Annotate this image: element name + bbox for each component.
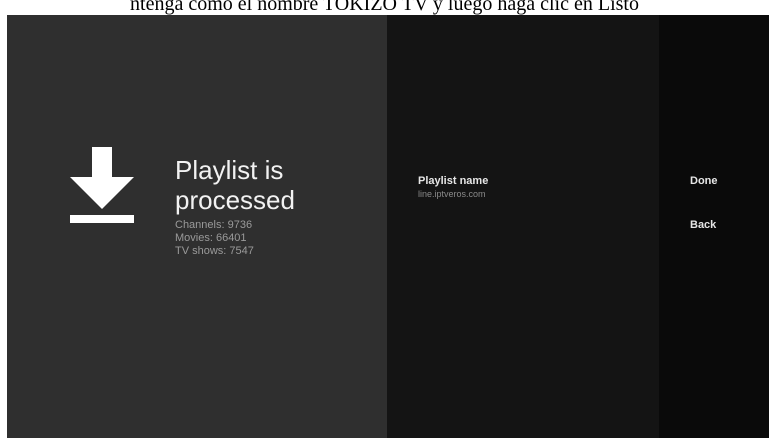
download-icon: [70, 147, 134, 223]
page: ntenga como el nombre TOKIZO TV y luego …: [0, 0, 769, 438]
done-button[interactable]: Done: [690, 175, 718, 188]
stat-movies: Movies: 66401: [175, 232, 247, 244]
stat-tv-shows: TV shows: 7547: [175, 245, 254, 257]
status-title: Playlist is processed: [175, 155, 295, 215]
back-button[interactable]: Back: [690, 219, 716, 232]
status-block: Playlist is processed Channels: 9736 Mov…: [175, 155, 375, 258]
actions-list: Done Back: [690, 175, 718, 263]
actions-pane: Done Back: [659, 15, 769, 438]
status-pane: Playlist is processed Channels: 9736 Mov…: [7, 15, 387, 438]
playlist-name-field[interactable]: Playlist name line.iptveros.com: [418, 175, 488, 200]
tv-screen: Playlist is processed Channels: 9736 Mov…: [7, 15, 769, 438]
stat-channels: Channels: 9736: [175, 219, 253, 231]
playlist-name-label: Playlist name: [418, 175, 489, 187]
playlist-name-value: line.iptveros.com: [418, 189, 486, 199]
status-stats: Channels: 9736 Movies: 66401 TV shows: 7…: [175, 219, 375, 258]
playlist-name-pane: Playlist name line.iptveros.com: [387, 15, 659, 438]
